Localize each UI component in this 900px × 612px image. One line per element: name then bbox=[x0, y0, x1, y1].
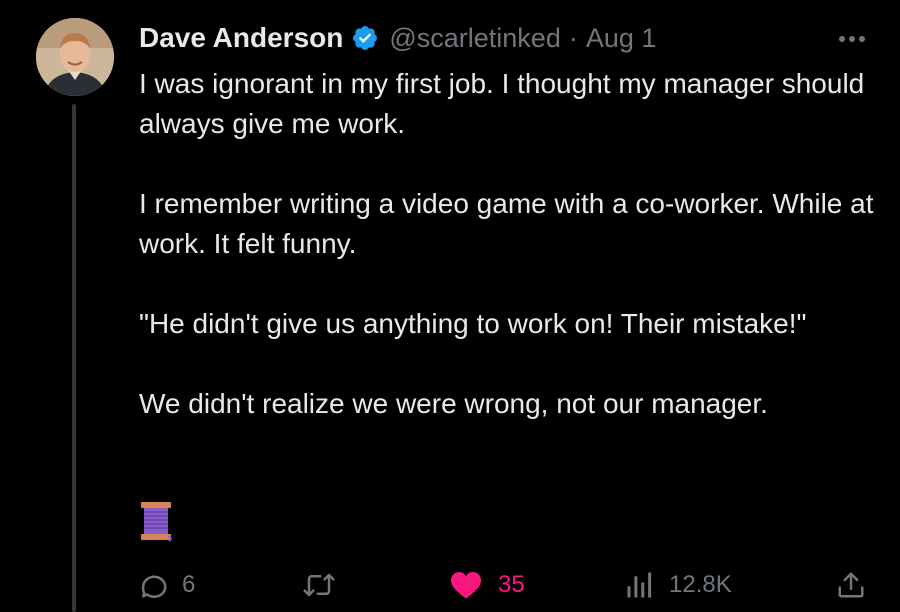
thread-line bbox=[72, 104, 76, 612]
author-name[interactable]: Dave Anderson bbox=[139, 22, 343, 54]
retweet-icon bbox=[303, 573, 335, 597]
views-button[interactable]: 12.8K bbox=[625, 562, 732, 608]
reply-button[interactable]: 6 bbox=[138, 562, 195, 608]
heart-icon bbox=[451, 572, 481, 599]
tweet-paragraph: We didn't realize we were wrong, not our… bbox=[139, 388, 768, 419]
reply-icon bbox=[141, 575, 167, 599]
like-count: 35 bbox=[498, 571, 525, 598]
avatar-image bbox=[36, 18, 114, 96]
action-bar: 6 35 12.8K bbox=[0, 562, 900, 608]
more-options-button[interactable] bbox=[833, 24, 873, 54]
separator-dot: · bbox=[568, 22, 578, 53]
tweet-text: I was ignorant in my first job. I though… bbox=[139, 64, 879, 424]
tweet-timestamp[interactable]: Aug 1 bbox=[586, 23, 657, 54]
views-chart-icon bbox=[627, 572, 652, 598]
tweet-paragraph: I was ignorant in my first job. I though… bbox=[139, 68, 865, 139]
more-dots-icon bbox=[839, 36, 865, 42]
share-button[interactable] bbox=[836, 562, 866, 608]
view-count: 12.8K bbox=[669, 571, 732, 598]
tweet-paragraph: I remember writing a video game with a c… bbox=[139, 188, 874, 259]
retweet-button[interactable] bbox=[302, 562, 350, 608]
reply-count: 6 bbox=[182, 571, 196, 598]
thread-spool-icon bbox=[139, 500, 173, 542]
like-button[interactable]: 35 bbox=[448, 562, 525, 608]
tweet-paragraph: "He didn't give us anything to work on! … bbox=[139, 308, 807, 339]
share-icon bbox=[838, 572, 864, 598]
verified-badge-icon bbox=[353, 26, 378, 50]
tweet[interactable]: Dave Anderson @scarletinked · Aug 1 I wa… bbox=[0, 0, 900, 612]
author-handle[interactable]: @scarletinked bbox=[389, 23, 560, 54]
avatar[interactable] bbox=[36, 18, 114, 96]
tweet-header: Dave Anderson @scarletinked · Aug 1 bbox=[139, 20, 879, 56]
